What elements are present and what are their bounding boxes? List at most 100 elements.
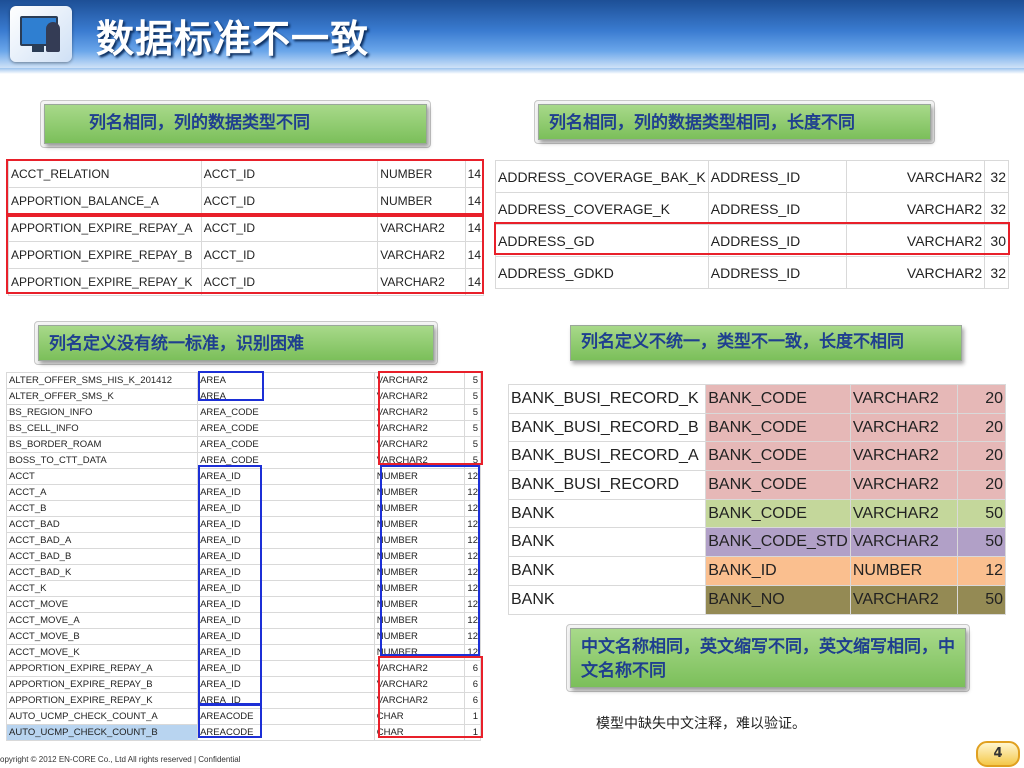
table-cell: BS_BORDER_ROAM (5, 436, 199, 453)
table-row: APPORTION_BALANCE_A ACCT_ID NUMBER 14 (8, 187, 485, 215)
table-cell: ACCT_ID (200, 268, 379, 296)
table-cell: 14 (464, 160, 485, 188)
table-row: ACCT_MOVE_K AREA_ID NUMBER 12 (5, 644, 481, 661)
table-cell: ADDRESS_GD (495, 224, 709, 257)
table-cell: 12 (464, 564, 481, 581)
table-cell: VARCHAR2 (373, 404, 466, 421)
table-cell: VARCHAR2 (846, 256, 986, 289)
table-cell: AREA_CODE (197, 452, 375, 469)
table-cell: AREA (197, 372, 375, 389)
table-cell: 5 (464, 404, 481, 421)
table-cell: AREA_ID (197, 692, 375, 709)
table-cell: ALTER_OFFER_SMS_HIS_K_201412 (5, 372, 199, 389)
label-no-unified-standard: 列名定义没有统一标准，识别困难 (34, 321, 438, 365)
table-cell: BANK_BUSI_RECORD_B (507, 412, 707, 443)
table-row: BANK_BUSI_RECORD BANK_CODE VARCHAR2 20 (507, 470, 1006, 500)
table-cell: AREA_ID (197, 548, 375, 565)
table-address-id: ADDRESS_COVERAGE_BAK_K ADDRESS_ID VARCHAR2… (495, 160, 1009, 289)
table-cell: BANK_BUSI_RECORD_K (507, 384, 707, 414)
table-cell: AREA_ID (197, 644, 375, 661)
table-row: BANK BANK_CODE_STD VARCHAR2 50 (507, 527, 1006, 558)
table-row: APPORTION_EXPIRE_REPAY_B ACCT_ID VARCHAR2 1… (8, 241, 485, 269)
table-cell: NUMBER (373, 596, 466, 613)
table-cell: ACCT_B (5, 500, 199, 517)
table-cell: VARCHAR2 (373, 388, 466, 405)
table-row: ALTER_OFFER_SMS_K AREA VARCHAR2 5 (5, 388, 481, 405)
table-cell: ACCT_ID (200, 214, 379, 242)
table-cell: BANK (507, 584, 707, 615)
table-cell: APPORTION_EXPIRE_REPAY_K (5, 692, 199, 709)
table-cell: AREA_ID (197, 628, 375, 645)
table-cell: NUMBER (373, 548, 466, 565)
table-cell: 5 (464, 388, 481, 405)
table-cell: 20 (957, 412, 1006, 443)
table-cell: BANK (507, 556, 707, 586)
table-cell: 50 (957, 498, 1006, 529)
table-cell: VARCHAR2 (846, 224, 986, 257)
note-text: 模型中缺失中文注释，难以验证。 (596, 716, 806, 732)
table-row: ACCT_BAD_K AREA_ID NUMBER 12 (5, 564, 481, 581)
table-cell: VARCHAR2 (373, 676, 466, 693)
table-cell: NUMBER (377, 160, 466, 188)
table-cell: 50 (957, 584, 1006, 615)
table-cell: AREA_ID (197, 564, 375, 581)
table-cell: BS_REGION_INFO (5, 404, 199, 421)
table-cell: VARCHAR2 (846, 192, 986, 225)
table-cell: 30 (984, 224, 1009, 257)
table-cell: 32 (984, 160, 1009, 193)
table-cell: AUTO_UCMP_CHECK_COUNT_B (5, 724, 199, 741)
table-cell: BANK_CODE_STD (705, 527, 851, 558)
table-cell: 6 (464, 676, 481, 693)
table-cell: BANK_ID (705, 556, 851, 586)
table-cell: VARCHAR2 (849, 527, 959, 558)
table-cell: VARCHAR2 (377, 241, 466, 269)
table-cell: BS_CELL_INFO (5, 420, 199, 437)
table-cell: 14 (464, 241, 485, 269)
table-cell: ACCT_MOVE (5, 596, 199, 613)
table-cell: 5 (464, 436, 481, 453)
table-cell: AREA_ID (197, 580, 375, 597)
table-row: AUTO_UCMP_CHECK_COUNT_A AREACODE CHAR 1 (5, 708, 481, 725)
table-row: ACCT_BAD AREA_ID NUMBER 12 (5, 516, 481, 533)
table-cell: 12 (464, 468, 481, 485)
table-row: ADDRESS_COVERAGE_BAK_K ADDRESS_ID VARCHAR2… (495, 160, 1009, 193)
table-row: BANK_BUSI_RECORD_B BANK_CODE VARCHAR2 20 (507, 412, 1006, 443)
table-row: BS_REGION_INFO AREA_CODE VARCHAR2 5 (5, 404, 481, 421)
table-cell: NUMBER (373, 516, 466, 533)
table-cell: BOSS_TO_CTT_DATA (5, 452, 199, 469)
table-cell: VARCHAR2 (373, 452, 466, 469)
table-cell: VARCHAR2 (373, 436, 466, 453)
table-row: APPORTION_EXPIRE_REPAY_A AREA_ID VARCHAR2 6 (5, 660, 481, 677)
table-cell: VARCHAR2 (373, 660, 466, 677)
table-cell: VARCHAR2 (373, 420, 466, 437)
label-same-type-diff-length: 列名相同，列的数据类型相同，长度不同 (534, 100, 935, 144)
table-cell: ADDRESS_GDKD (495, 256, 709, 289)
table-cell: 14 (464, 214, 485, 242)
table-cell: 12 (464, 644, 481, 661)
table-cell: AREACODE (197, 724, 375, 741)
table-row: ACCT_A AREA_ID NUMBER 12 (5, 484, 481, 501)
table-cell: 1 (464, 708, 481, 725)
table-cell: ACCT_MOVE_B (5, 628, 199, 645)
table-cell: BANK_CODE (705, 470, 851, 500)
table-row: ADDRESS_GD ADDRESS_ID VARCHAR2 30 (495, 224, 1009, 257)
table-cell: ADDRESS_ID (707, 192, 848, 225)
table-cell: ACCT_K (5, 580, 199, 597)
table-cell: 1 (464, 724, 481, 741)
table-cell: VARCHAR2 (849, 412, 959, 443)
table-cell: 50 (957, 527, 1006, 558)
label-name-mismatch: 中文名称相同，英文缩写不同，英文缩写相同，中文名称不同 (566, 624, 970, 692)
table-cell: ACCT_A (5, 484, 199, 501)
table-cell: APPORTION_EXPIRE_REPAY_K (8, 268, 202, 296)
table-cell: 5 (464, 420, 481, 437)
table-cell: AREA_CODE (197, 420, 375, 437)
table-cell: VARCHAR2 (849, 498, 959, 529)
table-cell: BANK (507, 527, 707, 558)
table-cell: ADDRESS_COVERAGE_K (495, 192, 709, 225)
table-cell: 12 (464, 628, 481, 645)
table-cell: VARCHAR2 (849, 441, 959, 472)
table-row: BANK_BUSI_RECORD_K BANK_CODE VARCHAR2 20 (507, 384, 1006, 414)
table-row: BANK BANK_NO VARCHAR2 50 (507, 584, 1006, 615)
table-area-columns: ALTER_OFFER_SMS_HIS_K_201412 AREA VARCHAR2… (5, 372, 481, 741)
table-cell: AREA_ID (197, 660, 375, 677)
